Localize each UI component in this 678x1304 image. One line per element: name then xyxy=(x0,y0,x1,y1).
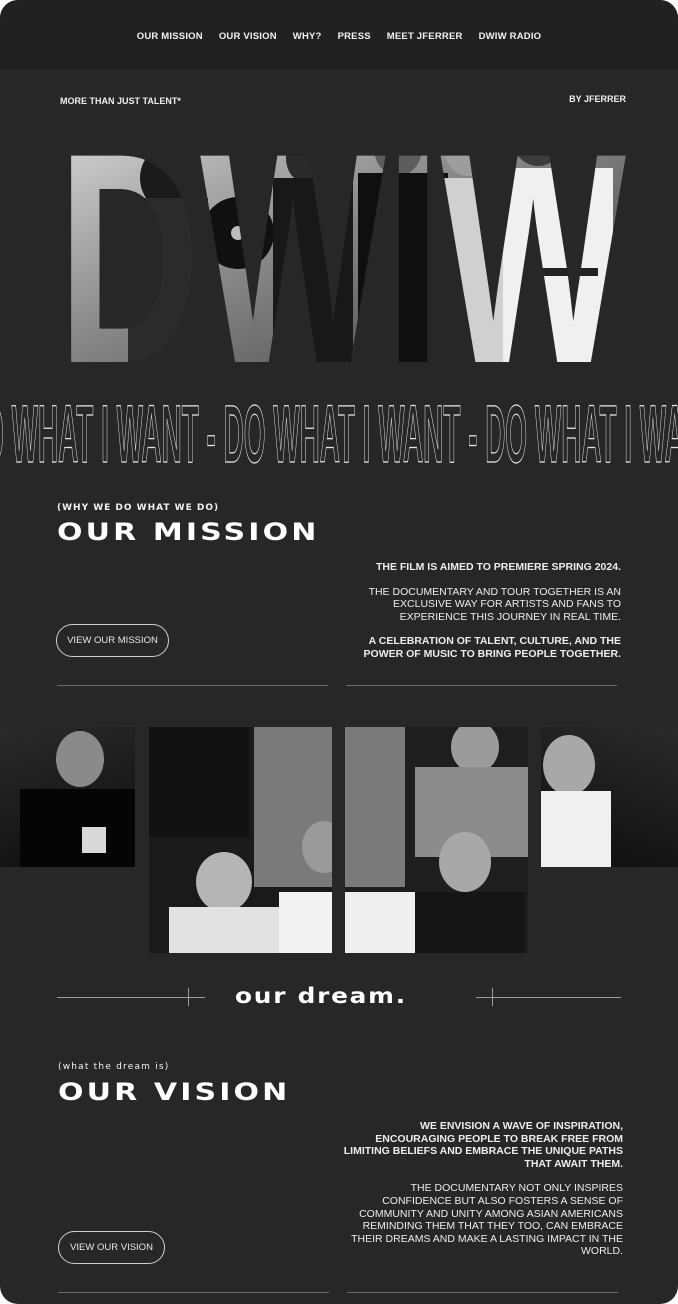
vision-paragraph-2: THE DOCUMENTARY NOT ONLY INSPIRES CONFID… xyxy=(351,1182,623,1258)
dream-title: our dream. xyxy=(235,984,407,1008)
vision-copy: WE ENVISION A WAVE OF INSPIRATION, ENCOU… xyxy=(340,1120,623,1270)
vision-heading: OUR VISION xyxy=(58,1078,291,1106)
mission-paragraph-2: THE DOCUMENTARY AND TOUR TOGETHER IS AN … xyxy=(368,585,621,623)
marquee-text: DO WHAT I WANT - DO WHAT I WANT - DO WHA… xyxy=(0,389,678,472)
mission-paragraph-1: THE FILM IS AIMED TO PREMIERE SPRING 202… xyxy=(375,561,621,573)
nav-item-dwiw-radio[interactable]: DWIW RADIO xyxy=(479,31,542,42)
nav-item-our-mission[interactable]: OUR MISSION xyxy=(137,31,203,42)
dream-tick-left xyxy=(188,988,189,1006)
divider-left xyxy=(57,685,328,686)
photo-panel-3 xyxy=(345,727,528,953)
nav-item-our-vision[interactable]: OUR VISION xyxy=(219,31,277,42)
view-vision-button[interactable]: VIEW OUR VISION xyxy=(58,1231,165,1264)
dream-line-left xyxy=(57,997,205,998)
hero-tagline: MORE THAN JUST TALENT* xyxy=(60,96,181,106)
vision-eyebrow: (what the dream is) xyxy=(58,1062,170,1072)
photo-panel-2 xyxy=(149,727,332,953)
top-nav: OUR MISSION OUR VISION WHY? PRESS MEET J… xyxy=(0,0,678,70)
nav-item-why[interactable]: WHY? xyxy=(293,31,322,42)
divider-left-bottom xyxy=(58,1292,329,1293)
nav-item-meet-jferrer[interactable]: MEET JFERRER xyxy=(387,31,463,42)
nav-item-press[interactable]: PRESS xyxy=(338,31,371,42)
page-frame: OUR MISSION OUR VISION WHY? PRESS MEET J… xyxy=(0,0,678,1304)
mission-copy: THE FILM IS AIMED TO PREMIERE SPRING 202… xyxy=(340,561,621,673)
mission-paragraph-3: A CELEBRATION OF TALENT, CULTURE, AND TH… xyxy=(363,635,621,660)
dream-section: our dream. xyxy=(0,982,678,1012)
hero-logo-image: DWIW xyxy=(58,118,626,366)
hero-byline: BY JFERRER xyxy=(569,94,626,104)
photo-panel-4 xyxy=(541,727,678,867)
photo-collage xyxy=(0,727,678,953)
photo-panel-1 xyxy=(0,727,135,867)
mission-heading: OUR MISSION xyxy=(57,518,320,546)
divider-right-bottom xyxy=(347,1292,618,1293)
divider-right xyxy=(346,685,617,686)
marquee-banner: DO WHAT I WANT - DO WHAT I WANT - DO WHA… xyxy=(0,372,678,472)
dream-line-right xyxy=(476,997,621,998)
view-mission-button[interactable]: VIEW OUR MISSION xyxy=(56,624,169,657)
vision-paragraph-1: WE ENVISION A WAVE OF INSPIRATION, ENCOU… xyxy=(343,1120,623,1170)
dream-tick-right xyxy=(492,988,493,1006)
mission-eyebrow: (WHY WE DO WHAT WE DO) xyxy=(57,503,220,513)
